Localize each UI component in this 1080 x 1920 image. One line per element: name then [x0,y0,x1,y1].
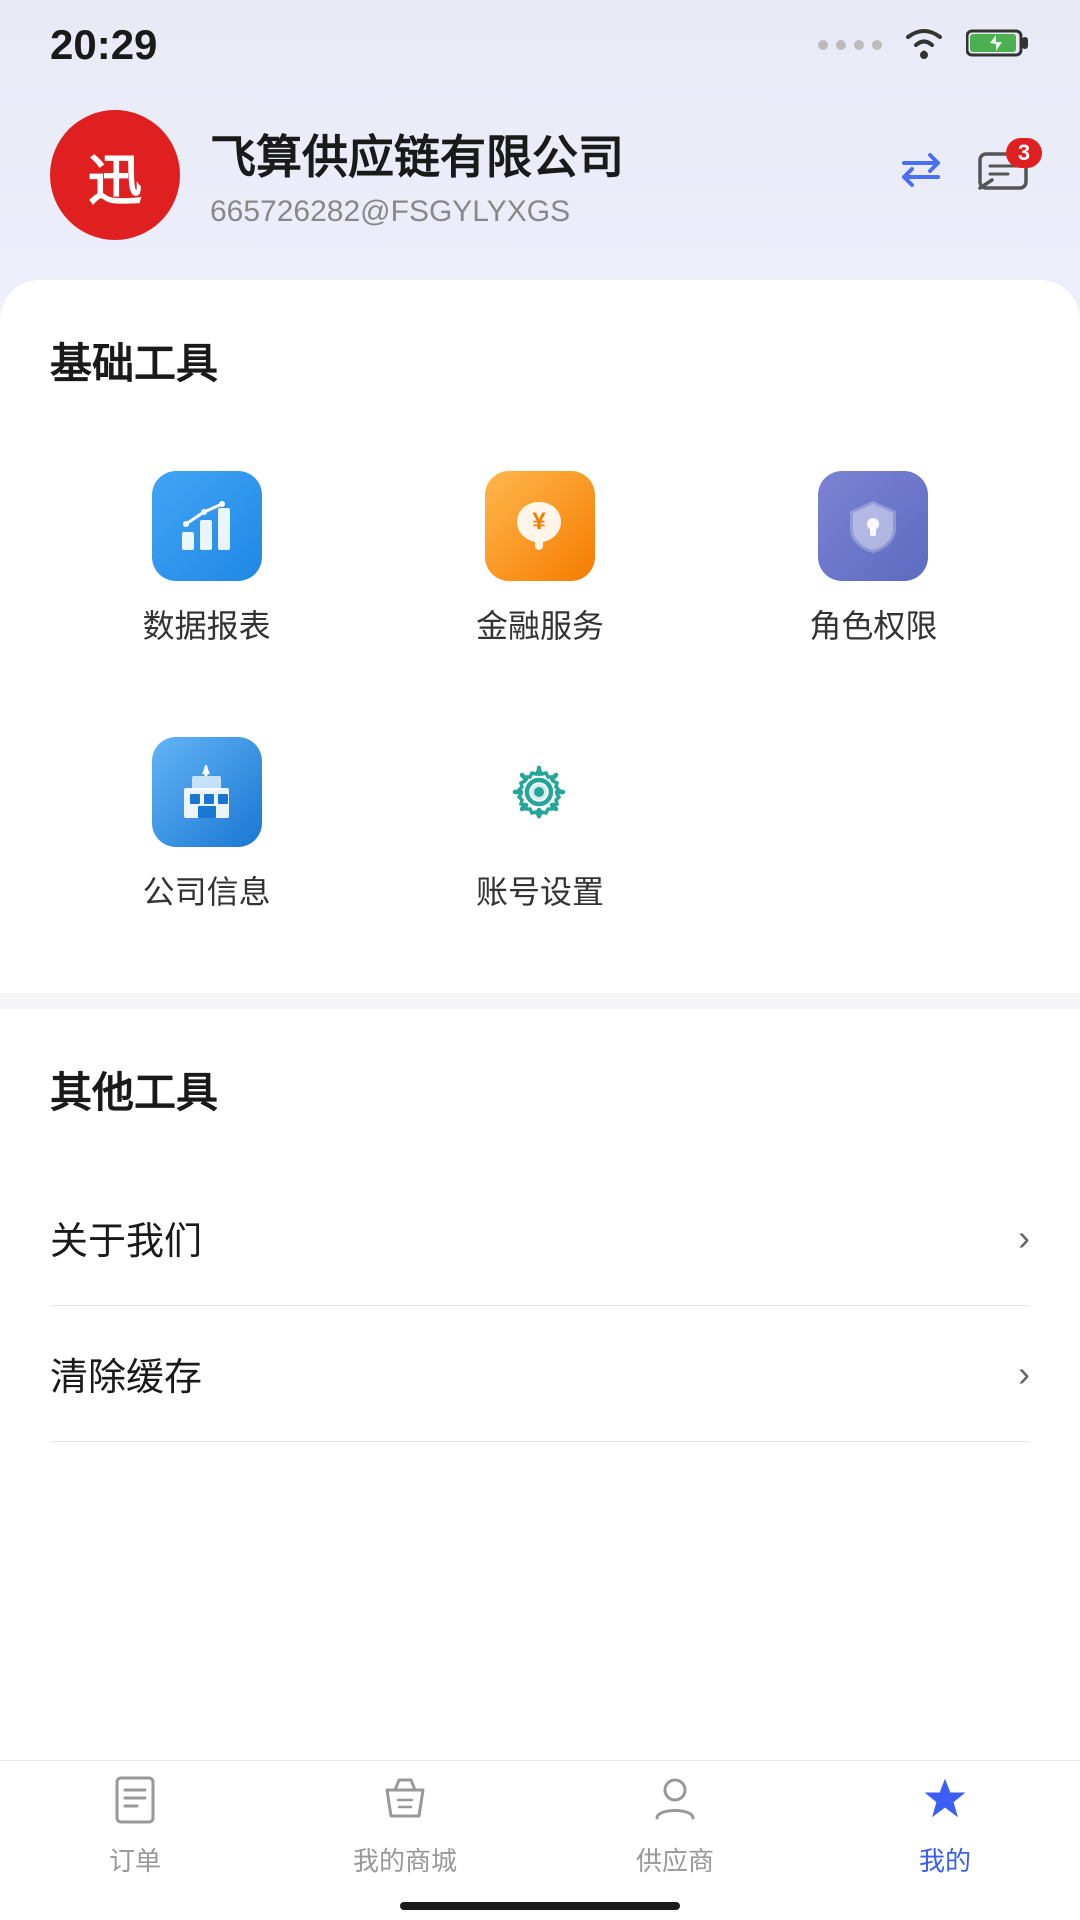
clear-cache-chevron-icon: › [1018,1353,1030,1395]
supplier-icon [649,1774,701,1831]
clear-cache-label: 清除缓存 [50,1346,202,1401]
about-us-chevron-icon: › [1018,1217,1030,1259]
home-indicator [400,1902,680,1910]
bottom-nav: 订单 我的商城 供应商 我的 [0,1760,1080,1920]
avatar-text: 迅 [88,136,142,215]
my-mall-icon [379,1774,431,1831]
about-us-label: 关于我们 [50,1210,202,1265]
company-name: 飞算供应链有限公司 [210,121,866,187]
header-info: 飞算供应链有限公司 665726282@FSGYLYXGS [210,121,866,229]
clear-cache-item[interactable]: 清除缓存 › [50,1306,1030,1442]
tool-company-info[interactable]: 公司信息 [50,707,363,943]
battery-icon [966,27,1030,64]
message-badge: 3 [1006,138,1042,168]
avatar: 迅 [50,110,180,240]
other-tools-section: 其他工具 关于我们 › 清除缓存 › [50,1059,1030,1442]
nav-mine[interactable]: 我的 [810,1774,1080,1878]
nav-supplier-label: 供应商 [636,1841,714,1878]
tool-data-report-label: 数据报表 [143,601,271,647]
gear-icon [485,737,595,847]
nav-my-mall[interactable]: 我的商城 [270,1774,540,1878]
tool-empty [717,707,1030,943]
tool-data-report[interactable]: 数据报表 [50,441,363,677]
other-tools-title: 其他工具 [50,1059,1030,1120]
chart-icon [152,471,262,581]
building-icon [152,737,262,847]
signal-dots-icon [818,40,882,50]
switch-account-icon[interactable] [896,145,946,206]
nav-supplier[interactable]: 供应商 [540,1774,810,1878]
tool-financial-service-label: 金融服务 [476,601,604,647]
mine-star-icon [919,1774,971,1831]
message-icon-wrap[interactable]: 3 [976,146,1030,205]
main-card: 基础工具 数据报表 ¥ [0,280,1080,1900]
status-time: 20:29 [50,21,157,69]
tool-account-settings-label: 账号设置 [476,867,604,913]
wifi-icon [900,25,948,66]
about-us-item[interactable]: 关于我们 › [50,1170,1030,1306]
section-divider [0,993,1080,1009]
nav-mine-label: 我的 [919,1841,971,1878]
status-bar: 20:29 [0,0,1080,80]
tool-role-permission[interactable]: 角色权限 [717,441,1030,677]
header-actions: 3 [896,145,1030,206]
finance-icon: ¥ [485,471,595,581]
tool-account-settings[interactable]: 账号设置 [383,707,696,943]
tool-company-info-label: 公司信息 [143,867,271,913]
svg-text:¥: ¥ [533,508,547,535]
tool-role-permission-label: 角色权限 [809,601,937,647]
orders-icon [109,1774,161,1831]
nav-orders-label: 订单 [109,1841,161,1878]
shield-icon [818,471,928,581]
company-id: 665726282@FSGYLYXGS [210,195,866,229]
basic-tools-row2: 公司信息 账号设置 [50,707,1030,943]
basic-tools-title: 基础工具 [50,330,1030,391]
tool-financial-service[interactable]: ¥ 金融服务 [383,441,696,677]
nav-orders[interactable]: 订单 [0,1774,270,1878]
header: 迅 飞算供应链有限公司 665726282@FSGYLYXGS 3 [0,80,1080,280]
nav-my-mall-label: 我的商城 [353,1841,457,1878]
basic-tools-row1: 数据报表 ¥ 金融服务 角色权限 [50,441,1030,677]
status-icons [818,25,1030,66]
